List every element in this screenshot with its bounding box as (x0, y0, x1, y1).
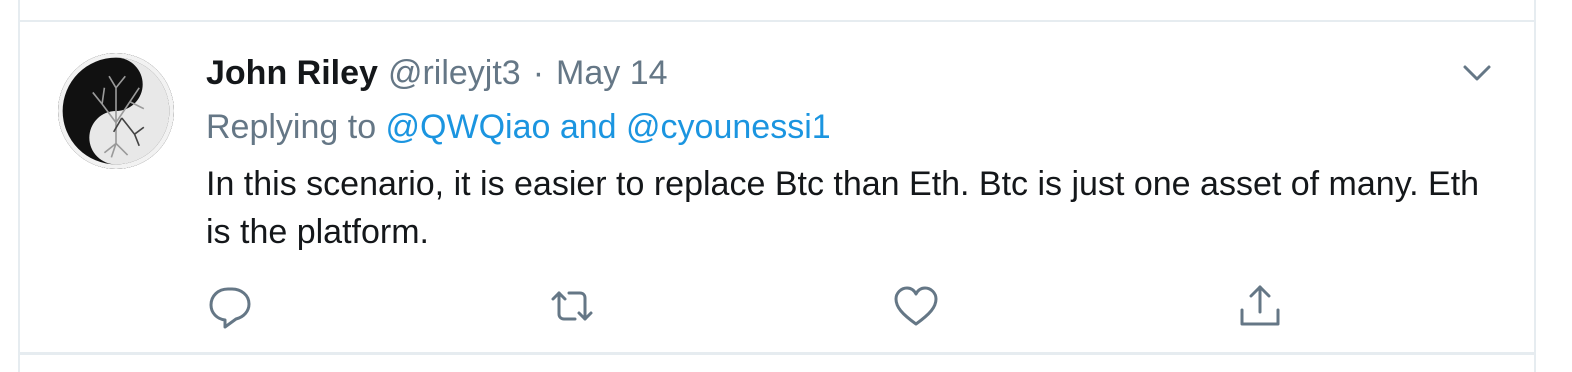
reply-button[interactable] (206, 282, 254, 330)
mention-joiner[interactable]: and (550, 108, 626, 146)
retweet-button[interactable] (548, 282, 596, 330)
reply-icon (209, 287, 251, 329)
heart-icon (894, 286, 938, 326)
replying-to-line: Replying to @QWQiao and @cyounessi1 (206, 106, 831, 148)
tweet-text: In this scenario, it is easier to replac… (206, 165, 1480, 251)
chevron-down-icon (1463, 65, 1491, 81)
replying-to-label: Replying to (206, 108, 386, 146)
author-name[interactable]: John Riley (206, 52, 378, 94)
bottom-divider (18, 352, 1536, 355)
more-options-button[interactable] (1458, 56, 1496, 90)
tweet-header: John Riley @rileyjt3 · May 14 (206, 52, 668, 94)
meta-separator: · (532, 54, 545, 92)
author-handle[interactable]: @rileyjt3 (388, 52, 521, 94)
mention-link[interactable]: @cyounessi1 (626, 108, 831, 146)
retweet-icon (551, 291, 593, 321)
tweet-date[interactable]: May 14 (556, 52, 668, 94)
yin-yang-tree-avatar-icon (58, 53, 174, 169)
share-icon (1240, 285, 1280, 326)
mention-link[interactable]: @QWQiao (386, 108, 551, 146)
top-divider (18, 20, 1536, 22)
like-button[interactable] (892, 282, 940, 330)
avatar[interactable] (58, 53, 174, 169)
share-button[interactable] (1236, 282, 1284, 330)
